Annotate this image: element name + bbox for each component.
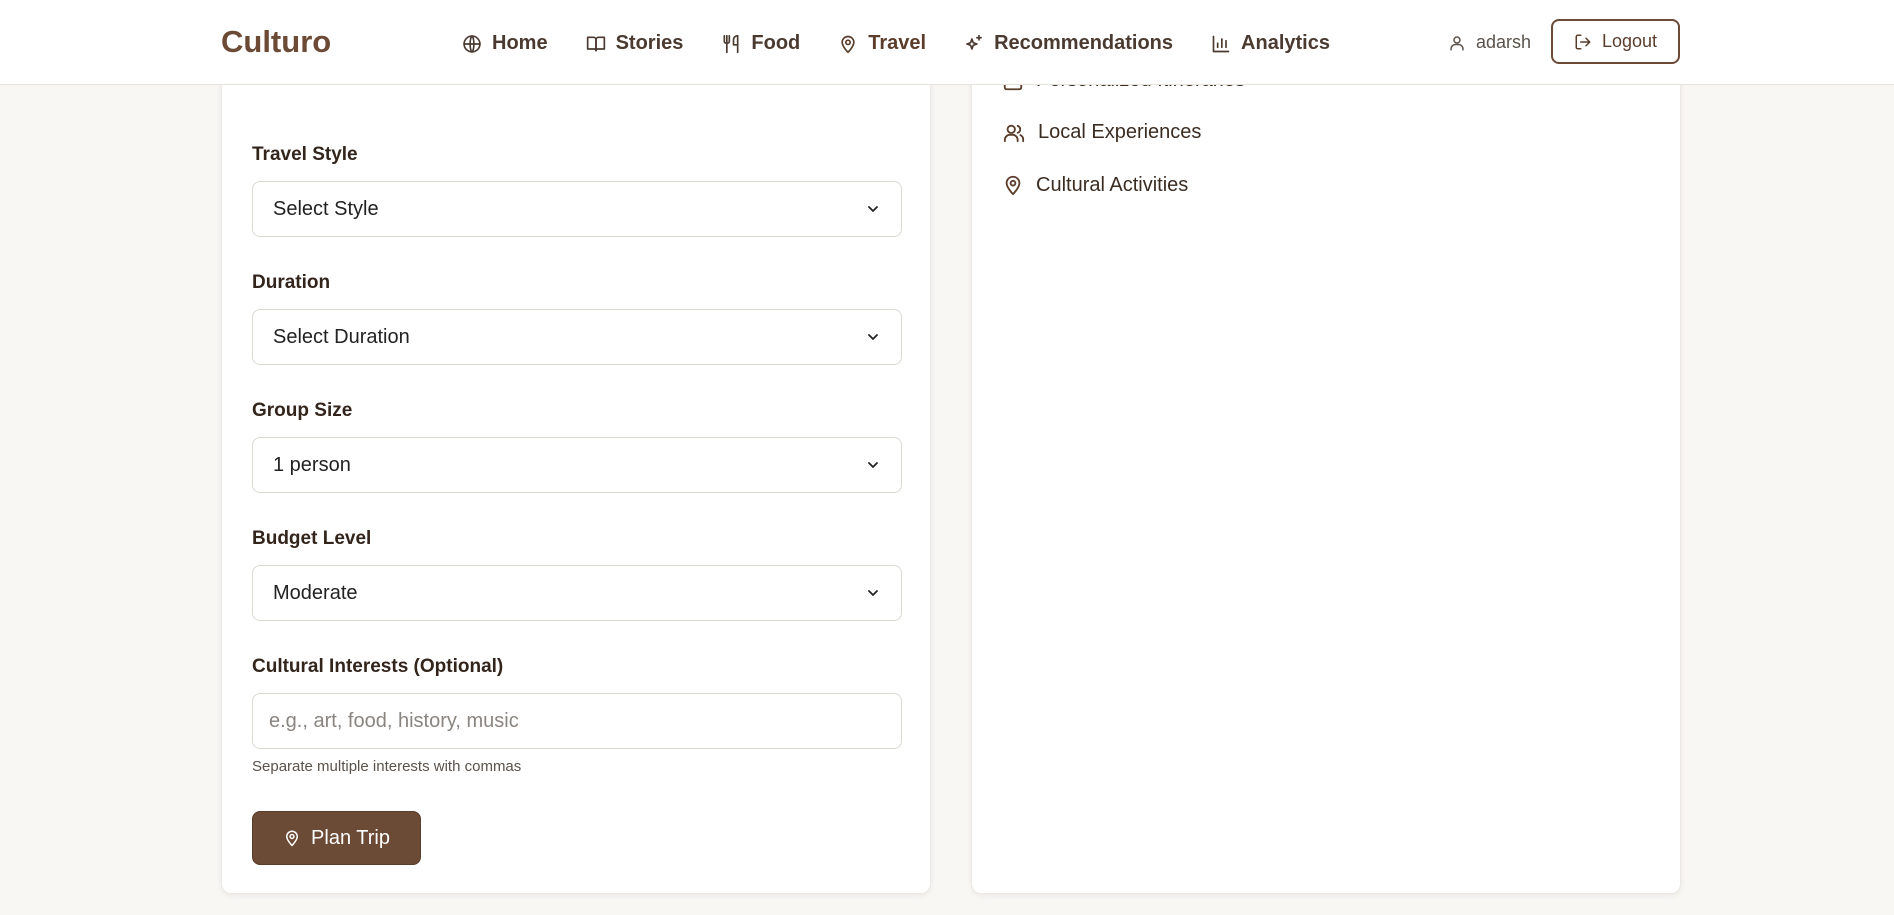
user-icon [1448,34,1466,52]
map-pin-icon [1002,173,1024,197]
nav-home[interactable]: Home [462,30,548,55]
duration-select[interactable]: Select Duration [252,309,902,365]
nav-analytics[interactable]: Analytics [1211,30,1330,55]
plan-trip-button[interactable]: Plan Trip [252,811,421,865]
trip-features-card: Personalized Itineraries Local Experienc… [971,20,1681,894]
budget-level-select[interactable]: Moderate [252,565,902,621]
nav-recommendations[interactable]: Recommendations [964,30,1173,55]
feature-item-cultural-activities: Cultural Activities [1002,173,1188,197]
utensils-icon [721,34,741,54]
username: adarsh [1476,32,1532,52]
nav-recommendations-label: Recommendations [994,32,1174,54]
nav-stories[interactable]: Stories [586,30,684,55]
globe-icon [462,34,482,54]
logout-label: Logout [1601,31,1658,51]
book-icon [586,34,606,54]
trip-planner-form-card: Travel Style Select Style Duration Selec… [221,9,931,894]
map-pin-icon [283,829,301,847]
nav-travel-label: Travel [868,32,927,54]
bar-chart-icon [1211,34,1231,54]
travel-style-value: Select Style [273,197,379,220]
map-pin-icon [838,34,858,54]
user-profile: adarsh [1448,0,1531,85]
duration-label: Duration [252,272,331,293]
plan-trip-label: Plan Trip [311,826,390,849]
group-size-label: Group Size [252,400,353,421]
nav-travel[interactable]: Travel [838,30,926,55]
chevron-down-icon [865,329,881,345]
logout-button[interactable]: Logout [1551,19,1680,64]
travel-style-select[interactable]: Select Style [252,181,902,237]
chevron-down-icon [865,457,881,473]
nav-food[interactable]: Food [721,30,800,55]
budget-level-value: Moderate [273,581,358,604]
nav-stories-label: Stories [615,32,684,54]
group-size-value: 1 person [273,453,351,476]
feature-label: Local Experiences [1038,121,1202,143]
budget-level-label: Budget Level [252,528,372,549]
logout-icon [1574,33,1592,51]
nav-food-label: Food [751,32,801,54]
brand-logo[interactable]: Culturo [221,24,331,60]
group-size-select[interactable]: 1 person [252,437,902,493]
cultural-interests-input[interactable] [269,709,885,733]
main-nav: Home Stories Food Travel Recommendations [462,0,1330,85]
users-icon [1002,122,1026,144]
interests-helper-text: Separate multiple interests with commas [252,758,522,775]
feature-item-local-experiences: Local Experiences [1002,121,1201,144]
cultural-interests-label: Cultural Interests (Optional) [252,656,504,677]
chevron-down-icon [865,585,881,601]
cultural-interests-field[interactable] [252,693,902,749]
feature-label: Cultural Activities [1036,173,1189,196]
sparkles-icon [964,34,984,54]
nav-analytics-label: Analytics [1241,32,1330,54]
nav-home-label: Home [492,32,548,54]
top-navbar: Culturo Home Stories Food Travel Recomme… [0,0,1894,85]
travel-style-label: Travel Style [252,144,358,165]
chevron-down-icon [865,201,881,217]
duration-value: Select Duration [273,325,410,348]
